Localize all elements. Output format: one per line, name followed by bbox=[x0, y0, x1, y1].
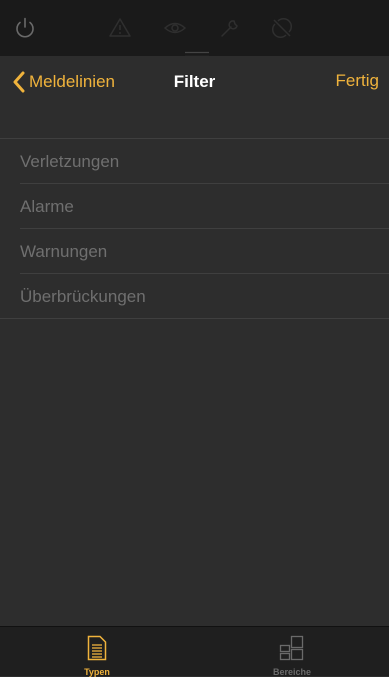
list-item-ueberbrueckungen[interactable]: Überbrückungen bbox=[0, 274, 389, 319]
filter-type-list: Verletzungen Alarme Warnungen Überbrücku… bbox=[0, 139, 389, 319]
tab-label: Typen bbox=[84, 667, 110, 677]
eye-icon[interactable] bbox=[163, 16, 187, 40]
top-toolbar bbox=[0, 0, 389, 58]
drag-handle-icon[interactable] bbox=[184, 46, 210, 58]
tab-bereiche[interactable]: Bereiche bbox=[195, 627, 389, 677]
grid-icon bbox=[279, 635, 305, 666]
list-item-label: Überbrückungen bbox=[20, 286, 146, 306]
bypass-icon[interactable] bbox=[270, 16, 294, 40]
list-item-alarme[interactable]: Alarme bbox=[0, 184, 389, 229]
document-icon bbox=[87, 635, 107, 666]
list-item-label: Alarme bbox=[20, 196, 74, 216]
done-button[interactable]: Fertig bbox=[336, 71, 379, 91]
wrench-icon[interactable] bbox=[218, 16, 242, 40]
page-title: Filter bbox=[173, 72, 216, 91]
power-icon[interactable] bbox=[13, 16, 37, 40]
list-item-label: Warnungen bbox=[20, 241, 108, 261]
tab-label: Bereiche bbox=[272, 667, 312, 677]
list-item-warnungen[interactable]: Warnungen bbox=[0, 229, 389, 274]
navigation-bar: Meldelinien Filter Fertig bbox=[0, 56, 389, 110]
tab-bar: Typen Bereiche bbox=[0, 626, 389, 677]
warning-icon[interactable] bbox=[108, 16, 132, 40]
list-divider bbox=[0, 318, 389, 319]
list-item-verletzungen[interactable]: Verletzungen bbox=[0, 139, 389, 184]
list-item-label: Verletzungen bbox=[20, 151, 120, 171]
tab-typen[interactable]: Typen bbox=[0, 627, 194, 677]
